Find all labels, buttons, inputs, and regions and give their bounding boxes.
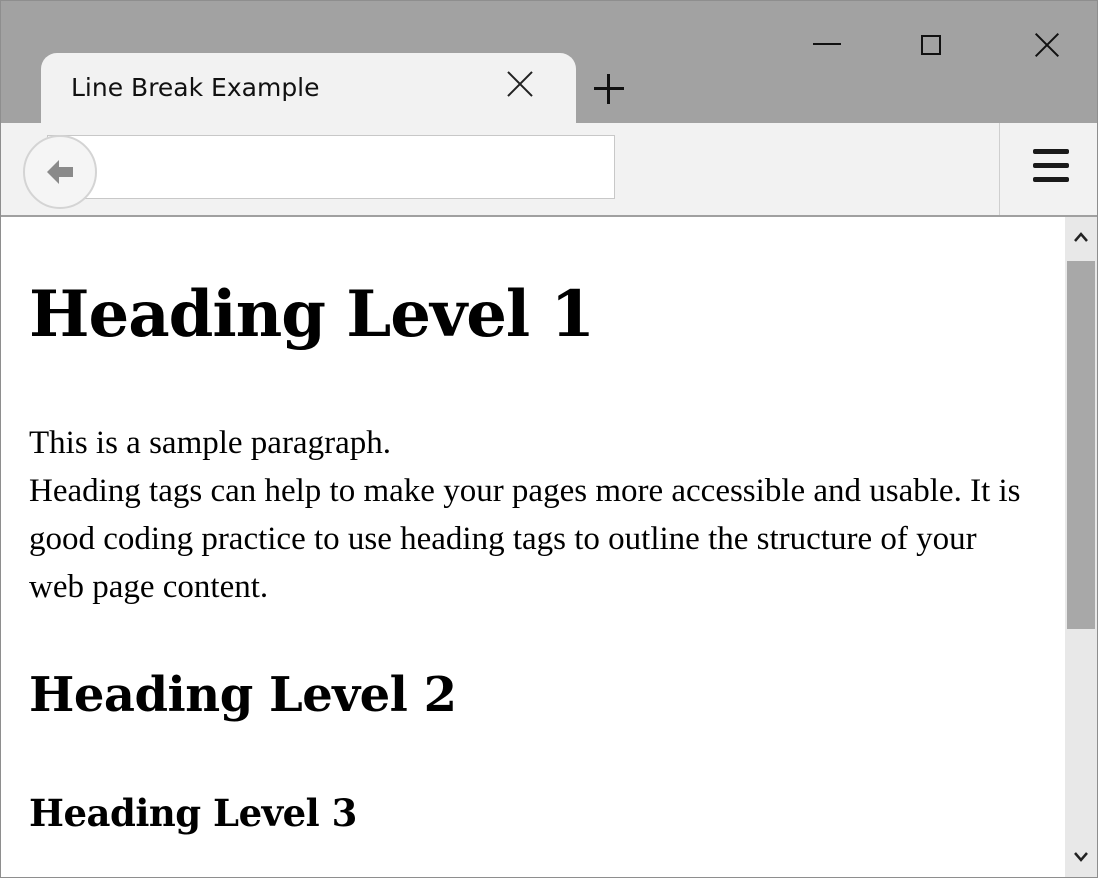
hamburger-menu-icon[interactable]	[1029, 147, 1073, 187]
toolbar-divider	[999, 123, 1000, 215]
navigation-toolbar	[1, 123, 1097, 217]
heading-level-1: Heading Level 1	[29, 277, 595, 352]
chevron-up-icon	[1074, 232, 1088, 242]
scroll-thumb[interactable]	[1067, 261, 1095, 629]
heading-level-2: Heading Level 2	[29, 667, 457, 723]
new-tab-plus-icon[interactable]	[591, 71, 627, 107]
scroll-up-button[interactable]	[1065, 217, 1097, 257]
window-close-icon[interactable]	[1027, 25, 1067, 65]
chevron-down-icon	[1074, 852, 1088, 862]
page-content: Heading Level 1 This is a sample paragra…	[1, 217, 1065, 877]
minimize-icon[interactable]	[807, 29, 847, 59]
heading-level-3: Heading Level 3	[29, 791, 357, 835]
sample-paragraph: This is a sample paragraph. Heading tags …	[29, 419, 1039, 611]
maximize-icon[interactable]	[911, 25, 951, 65]
tab-line-break-example[interactable]: Line Break Example	[41, 53, 576, 125]
browser-window: Line Break Example Heading Level 1 This …	[0, 0, 1098, 878]
title-bar: Line Break Example	[1, 1, 1097, 125]
back-arrow-icon	[47, 160, 73, 184]
scroll-down-button[interactable]	[1065, 837, 1097, 877]
address-bar[interactable]	[47, 135, 615, 199]
back-button[interactable]	[23, 135, 97, 209]
tab-title: Line Break Example	[71, 73, 320, 102]
vertical-scrollbar[interactable]	[1065, 217, 1097, 877]
paragraph-line-2: Heading tags can help to make your pages…	[29, 473, 1021, 605]
paragraph-line-1: This is a sample paragraph.	[29, 425, 391, 461]
tab-close-icon[interactable]	[505, 69, 535, 99]
